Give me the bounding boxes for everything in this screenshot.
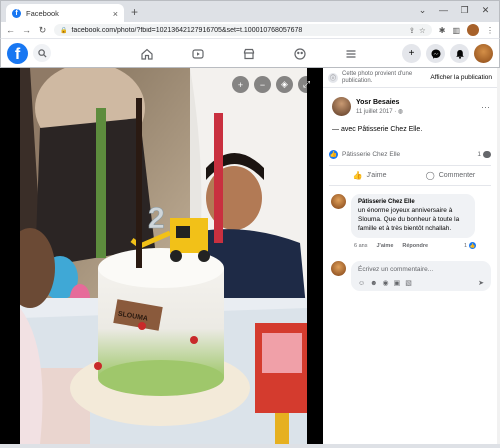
thumbs-up-icon: 👍 xyxy=(352,171,363,180)
comment-like-reaction-icon: 👍 xyxy=(469,242,477,249)
comment-icon: ◯ xyxy=(425,171,435,180)
comment-item: Pâtisserie Chez Elle un énorme joyeux an… xyxy=(323,186,497,238)
post-meta: Yosr Besaies 11 juillet 2017 · ◍ xyxy=(356,99,476,115)
reload-icon[interactable]: ↻ xyxy=(38,25,47,36)
comment-bubble-icon xyxy=(483,151,491,158)
comment-age[interactable]: 6 ans xyxy=(354,243,367,249)
photo-source-notice: ⓘ Cette photo provient d'une publication… xyxy=(323,68,497,88)
comment-label: Commenter xyxy=(438,172,476,179)
info-icon: ⓘ xyxy=(328,72,338,83)
write-comment: Écrivez un commentaire... ☺ ☻ ◉ ▣ ▧ ➤ xyxy=(323,249,497,291)
comment-count[interactable]: 1 xyxy=(477,151,491,158)
browser-menu-icon[interactable]: ⋮ xyxy=(486,26,494,35)
notifications-bell-icon[interactable] xyxy=(450,44,469,63)
marketplace-icon[interactable] xyxy=(223,39,274,69)
facebook-favicon-icon: f xyxy=(12,9,21,18)
post-date-text[interactable]: 11 juillet 2017 · xyxy=(356,109,398,115)
window-controls: ⌄ — ❐ ✕ xyxy=(415,5,493,16)
gif-icon[interactable]: ▣ xyxy=(394,279,401,287)
comment-reply-button[interactable]: Répondre xyxy=(402,243,428,249)
tagged-with: — avec Pâtisserie Chez Elle. xyxy=(332,126,423,133)
zoom-in-icon[interactable]: + xyxy=(232,76,249,93)
facebook-logo-icon[interactable]: f xyxy=(7,42,28,64)
watch-icon[interactable] xyxy=(172,39,223,69)
zoom-out-icon[interactable]: − xyxy=(254,76,271,93)
tab-search-icon[interactable]: ⌄ xyxy=(415,5,430,16)
lock-icon[interactable]: 🔒 xyxy=(60,27,67,34)
tab-title: Facebook xyxy=(26,9,59,18)
back-icon[interactable]: ← xyxy=(6,25,15,35)
tab-close-icon[interactable]: × xyxy=(113,9,118,19)
new-tab-button[interactable]: + xyxy=(131,5,138,19)
comment-tools: ☺ ☻ ◉ ▣ ▧ ➤ xyxy=(358,279,484,288)
audience-globe-icon: ◍ xyxy=(397,108,404,115)
profile-avatar[interactable] xyxy=(467,24,479,36)
share-icon[interactable]: ⇪ xyxy=(409,26,415,35)
comment-footer: 6 ans J'aime Répondre 1 👍 xyxy=(323,238,497,249)
comment-bubble: Pâtisserie Chez Elle un énorme joyeux an… xyxy=(351,194,475,238)
url-text[interactable]: facebook.com/photo/?fbid=102136421279167… xyxy=(71,27,404,34)
show-post-button[interactable]: Afficher la publication xyxy=(430,74,492,81)
messenger-icon[interactable] xyxy=(426,44,445,63)
camera-icon[interactable]: ◉ xyxy=(383,279,389,287)
toolbar-right: ✱ ▥ ⋮ xyxy=(439,24,494,36)
browser-tab-strip: f Facebook × + ⌄ — ❐ ✕ xyxy=(0,0,500,23)
emoji-icon[interactable]: ☻ xyxy=(370,280,377,287)
photo-tools: + − ◈ ⤢ xyxy=(232,76,315,93)
reaction-names[interactable]: Pâtisserie Chez Elle xyxy=(342,151,473,158)
reactions-bar: 👍 Pâtisserie Chez Elle 1 xyxy=(329,150,491,166)
header-actions: + xyxy=(402,44,493,63)
window-bottom-edge xyxy=(0,444,500,448)
forward-icon[interactable]: → xyxy=(22,25,31,35)
side-panel-icon[interactable]: ▥ xyxy=(452,26,460,35)
like-button[interactable]: 👍 J'aime xyxy=(329,171,410,180)
fullscreen-icon[interactable]: ⤢ xyxy=(298,76,315,93)
comment-text: un énorme joyeux anniversaire à Slouma. … xyxy=(358,207,460,232)
notice-text: Cette photo provient d'une publication. xyxy=(342,70,413,84)
maximize-button[interactable]: ❐ xyxy=(457,5,472,16)
comment-like-button[interactable]: J'aime xyxy=(376,243,393,249)
minimize-button[interactable]: — xyxy=(436,5,451,16)
close-window-button[interactable]: ✕ xyxy=(478,5,493,16)
like-reaction-icon: 👍 xyxy=(329,150,338,159)
comment-author[interactable]: Pâtisserie Chez Elle xyxy=(358,199,468,205)
groups-icon[interactable] xyxy=(274,39,325,69)
like-label: J'aime xyxy=(366,172,387,179)
avatar-sticker-icon[interactable]: ☺ xyxy=(358,280,365,287)
commenter-avatar[interactable] xyxy=(331,194,346,209)
create-plus-icon[interactable]: + xyxy=(402,44,421,63)
address-bar: ← → ↻ 🔒 facebook.com/photo/?fbid=1021364… xyxy=(0,22,500,38)
comment-placeholder[interactable]: Écrivez un commentaire... xyxy=(358,266,484,273)
facebook-header: f + xyxy=(0,38,500,68)
menu-icon[interactable] xyxy=(325,39,376,69)
photo-image: SLOUMA 2 xyxy=(20,68,307,444)
comment-count-value: 1 xyxy=(477,151,481,158)
post-date[interactable]: 11 juillet 2017 · ◍ xyxy=(356,108,476,115)
main-nav xyxy=(121,39,376,69)
account-avatar[interactable] xyxy=(474,44,493,63)
url-input[interactable]: 🔒 facebook.com/photo/?fbid=1021364212791… xyxy=(54,24,432,36)
photo-viewer: SLOUMA 2 + − ◈ ⤢ xyxy=(0,68,323,444)
comment-button[interactable]: ◯ Commenter xyxy=(410,171,491,180)
more-options-icon[interactable]: ··· xyxy=(481,102,490,112)
bookmark-star-icon[interactable]: ☆ xyxy=(419,26,426,35)
comment-likes-count: 1 xyxy=(464,242,468,249)
home-icon[interactable] xyxy=(121,39,172,69)
comment-input[interactable]: Écrivez un commentaire... ☺ ☻ ◉ ▣ ▧ ➤ xyxy=(351,261,491,291)
my-avatar xyxy=(331,261,346,276)
post-author[interactable]: Yosr Besaies xyxy=(356,99,476,106)
search-icon[interactable] xyxy=(33,44,51,62)
author-avatar[interactable] xyxy=(332,97,351,116)
tag-icon[interactable]: ◈ xyxy=(276,76,293,93)
extensions-icon[interactable]: ✱ xyxy=(439,26,446,35)
post-header: Yosr Besaies 11 juillet 2017 · ◍ ··· xyxy=(323,88,497,116)
comment-likes[interactable]: 1 👍 xyxy=(464,242,477,249)
send-icon[interactable]: ➤ xyxy=(478,279,484,287)
browser-tab[interactable]: f Facebook × xyxy=(6,4,124,23)
svg-text:2: 2 xyxy=(148,202,165,235)
post-actions: 👍 J'aime ◯ Commenter xyxy=(329,166,491,186)
post-panel: ⓘ Cette photo provient d'une publication… xyxy=(323,68,497,444)
sticker-icon[interactable]: ▧ xyxy=(405,279,412,287)
